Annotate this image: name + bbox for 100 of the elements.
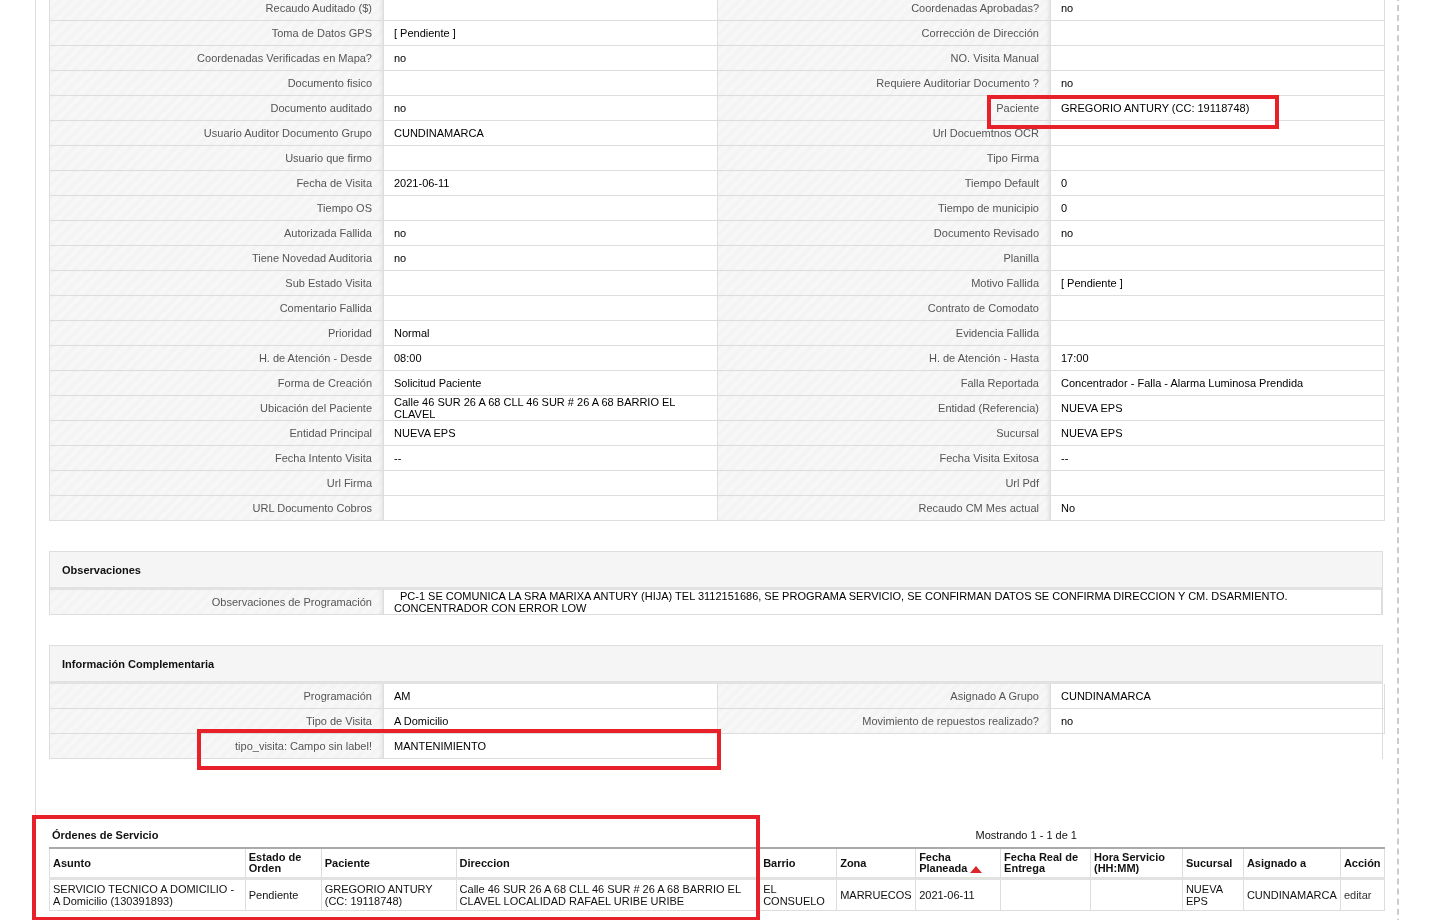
field-label: Contrato de Comodato [718, 296, 1051, 321]
section-title: Observaciones [50, 552, 1382, 590]
field-label: Planilla [718, 246, 1051, 271]
field-label: Toma de Datos GPS [50, 21, 384, 46]
field-value: MANTENIMIENTO [384, 734, 718, 759]
field-value: NUEVA EPS [384, 421, 718, 446]
field-label: Tiempo de municipio [718, 196, 1051, 221]
field-value: PC-1 SE COMUNICA LA SRA MARIXA ANTURY (HIJA) TEL 3112151686, SE PROGRAMA SERVICIO, SE CONFIRMAN DATOS SE CONFIRMA DIRECCION Y CM. DSARMIENTO. CONCENTRADOR CON ERROR LOW [384, 590, 1382, 615]
column-header[interactable]: Fecha Planeada [915, 848, 1001, 879]
field-label: Sub Estado Visita [50, 271, 384, 296]
field-value: AM [384, 684, 718, 709]
field-value: Calle 46 SUR 26 A 68 CLL 46 SUR # 26 A 68 BARRIO EL CLAVEL [384, 396, 718, 421]
field-value: [ Pendiente ] [1051, 271, 1385, 296]
table-cell: 2021-06-11 [915, 878, 1001, 911]
field-label: Entidad Principal [50, 421, 384, 446]
field-label: Autorizada Fallida [50, 221, 384, 246]
field-value: 08:00 [384, 346, 718, 371]
field-label: Tipo Firma [718, 146, 1051, 171]
column-header[interactable]: Paciente [321, 848, 457, 879]
section-title: Información Complementaria [50, 646, 1382, 684]
table-cell: CUNDINAMARCA [1243, 878, 1341, 911]
table-cell: Pendiente [245, 878, 322, 911]
field-value: Normal [384, 321, 718, 346]
field-label: H. de Atención - Hasta [718, 346, 1051, 371]
field-label: H. de Atención - Desde [50, 346, 384, 371]
field-label: Documento fisico [50, 71, 384, 96]
field-label: Coordenadas Aprobadas? [718, 0, 1051, 21]
field-value: NUEVA EPS [1051, 421, 1385, 446]
field-value: -- [1051, 446, 1385, 471]
field-label: Recaudo CM Mes actual [718, 496, 1051, 521]
field-label: URL Documento Cobros [50, 496, 384, 521]
field-value: No [1051, 496, 1385, 521]
field-label: Evidencia Fallida [718, 321, 1051, 346]
field-label: NO. Visita Manual [718, 46, 1051, 71]
field-label: Fecha Visita Exitosa [718, 446, 1051, 471]
table-cell: EL CONSUELO [759, 878, 837, 911]
field-value: no [384, 96, 718, 121]
field-label: Fecha Intento Visita [50, 446, 384, 471]
field-label: Movimiento de repuestos realizado? [718, 709, 1051, 734]
field-label: Requiere Auditoriar Documento ? [718, 71, 1051, 96]
field-value: [ Pendiente ] [384, 21, 718, 46]
field-value: no [384, 46, 718, 71]
field-label: Entidad (Referencia) [718, 396, 1051, 421]
field-label: Tipo de Visita [50, 709, 384, 734]
field-value: 0 [1051, 171, 1385, 196]
table-cell: NUEVA EPS [1182, 878, 1244, 911]
field-value: A Domicilio [384, 709, 718, 734]
column-header[interactable]: Fecha Real de Entrega [1000, 848, 1091, 879]
field-value: no [384, 221, 718, 246]
field-value: no [1051, 221, 1385, 246]
field-value: GREGORIO ANTURY (CC: 19118748) [1051, 96, 1385, 121]
field-label: Coordenadas Verificadas en Mapa? [50, 46, 384, 71]
column-header[interactable]: Asunto [49, 848, 246, 879]
field-value: CUNDINAMARCA [384, 121, 718, 146]
field-label: Comentario Fallida [50, 296, 384, 321]
field-label: Url Firma [50, 471, 384, 496]
table-cell: GREGORIO ANTURY (CC: 19118748) [321, 878, 457, 911]
field-label: Url Pdf [718, 471, 1051, 496]
field-value: 0 [1051, 196, 1385, 221]
section-title: Órdenes de Servicio [52, 829, 159, 841]
field-label: Asignado A Grupo [718, 684, 1051, 709]
pagination-text: Mostrando 1 - 1 de 1 [975, 829, 1077, 841]
field-label: Tiene Novedad Auditoria [50, 246, 384, 271]
column-header[interactable]: Zona [836, 848, 916, 879]
table-cell: MARRUECOS [836, 878, 916, 911]
table-cell: SERVICIO TECNICO A DOMICILIO - A Domicilio (130391893) [49, 878, 246, 911]
column-header[interactable]: Hora Servicio (HH:MM) [1090, 848, 1183, 879]
field-value: 17:00 [1051, 346, 1385, 371]
field-value: Solicitud Paciente [384, 371, 718, 396]
field-value: NUEVA EPS [1051, 396, 1385, 421]
field-label: Documento Revisado [718, 221, 1051, 246]
field-label: Ubicación del Paciente [50, 396, 384, 421]
column-header[interactable]: Asignado a [1243, 848, 1341, 879]
field-label: Sucursal [718, 421, 1051, 446]
field-value: Concentrador - Falla - Alarma Luminosa Prendida [1051, 371, 1385, 396]
field-value: no [1051, 71, 1385, 96]
field-value: CUNDINAMARCA [1051, 684, 1385, 709]
field-label: Recaudo Auditado ($) [50, 0, 384, 21]
field-label: Documento auditado [50, 96, 384, 121]
field-label: Programación [50, 684, 384, 709]
field-value: -- [384, 446, 718, 471]
field-value: no [1051, 709, 1385, 734]
field-label: Observaciones de Programación [50, 590, 384, 615]
field-label: Prioridad [50, 321, 384, 346]
field-value: no [1051, 0, 1385, 21]
column-header[interactable]: Barrio [759, 848, 837, 879]
field-label: Falla Reportada [718, 371, 1051, 396]
field-label: Forma de Creación [50, 371, 384, 396]
column-header[interactable]: Acción [1340, 848, 1385, 879]
field-label: Usuario que firmo [50, 146, 384, 171]
field-label: Tiempo OS [50, 196, 384, 221]
field-label: Tiempo Default [718, 171, 1051, 196]
field-label: Motivo Fallida [718, 271, 1051, 296]
field-label: Corrección de Dirección [718, 21, 1051, 46]
column-header[interactable]: Sucursal [1182, 848, 1244, 879]
field-label: Url Docuemtnos OCR [718, 121, 1051, 146]
field-value: 2021-06-11 [384, 171, 718, 196]
column-header[interactable]: Estado de Orden [245, 848, 322, 879]
field-label: Fecha de Visita [50, 171, 384, 196]
field-value: no [384, 246, 718, 271]
